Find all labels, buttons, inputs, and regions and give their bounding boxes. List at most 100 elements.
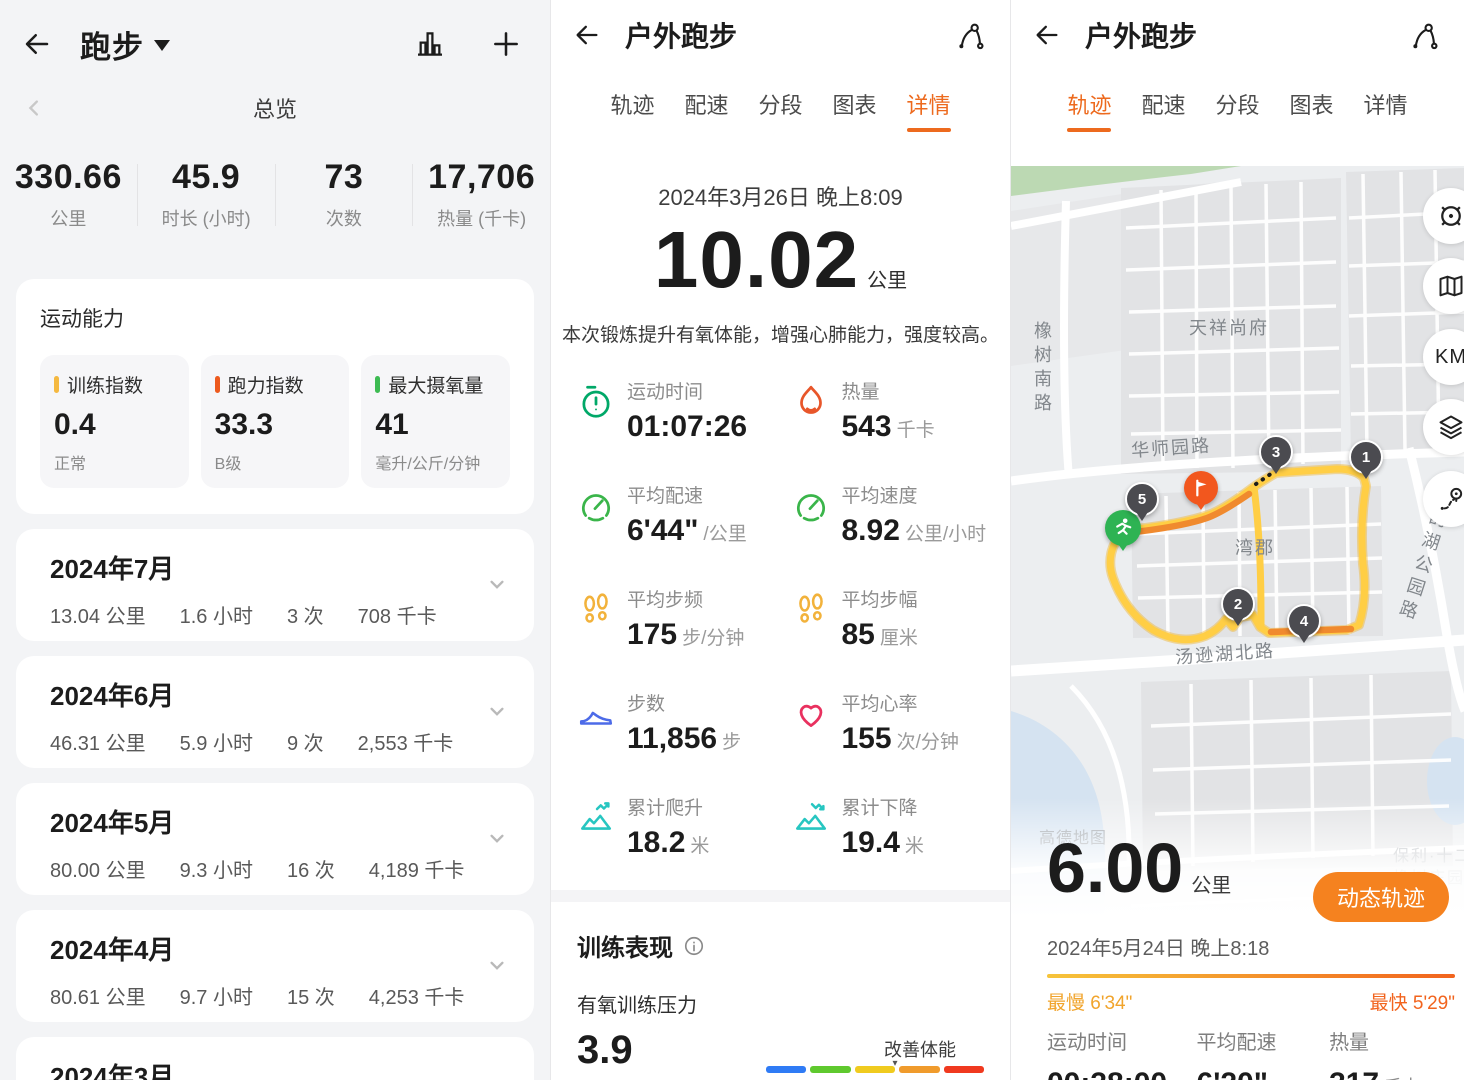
total-hours: 45.9: [138, 158, 275, 197]
total-count: 73: [276, 158, 413, 197]
tab-details[interactable]: 详情: [907, 88, 951, 132]
left-header: 跑步: [0, 0, 550, 88]
training-performance-title: 训练表现: [577, 928, 984, 963]
footsteps-icon: [792, 591, 830, 629]
result-distance: 6.00 公里: [1047, 828, 1231, 908]
chevron-left-icon[interactable]: [24, 95, 46, 121]
finish-flag-marker[interactable]: [1184, 471, 1218, 505]
running-overview-panel: 跑步 总览 330.66公里 45.9时长 (小时) 73次数 17,706热量…: [0, 0, 550, 1080]
month-card-june[interactable]: 2024年6月 46.31 公里5.9 小时9 次2,553 千卡: [16, 656, 534, 768]
month-title: 2024年5月: [50, 803, 534, 840]
km-marker-4[interactable]: 4: [1287, 604, 1321, 638]
slowest-pace: 最慢 6'34": [1047, 988, 1132, 1015]
stat-duration: 运动时间 00:38:00: [1047, 1026, 1197, 1080]
ability-card: 运动能力 训练指数 0.4 正常 跑力指数 33.3 B级 最大摄氧量 41 毫…: [16, 279, 534, 514]
total-distance: 330.66: [0, 158, 137, 197]
chevron-down-icon[interactable]: [484, 698, 510, 724]
stat-avg-pace: 平均配速 6'44"/公里: [577, 481, 792, 548]
stat-steps: 步数 11,856步: [577, 689, 792, 756]
distance-unit: 公里: [867, 264, 907, 293]
aerobic-stress-label: 有氧训练压力: [577, 989, 984, 1018]
back-arrow-icon[interactable]: [22, 29, 52, 59]
km-marker-1[interactable]: 1: [1349, 440, 1383, 474]
page-title[interactable]: 跑步: [80, 22, 144, 67]
detail-header: 户外跑步: [551, 0, 1010, 70]
month-title: 2024年7月: [50, 549, 534, 586]
plus-icon[interactable]: [490, 28, 522, 60]
share-icon[interactable]: [956, 22, 984, 50]
gauge-icon: [792, 487, 830, 525]
chevron-down-icon[interactable]: [484, 571, 510, 597]
color-bar: [54, 376, 59, 393]
run-power-card[interactable]: 跑力指数 33.3 B级: [201, 355, 350, 488]
training-index-card[interactable]: 训练指数 0.4 正常: [40, 355, 189, 488]
month-card-may[interactable]: 2024年5月 80.00 公里9.3 小时16 次4,189 千卡: [16, 783, 534, 895]
dropdown-caret-icon[interactable]: [154, 40, 170, 59]
stat-descent: 累计下降 19.4米: [792, 793, 1007, 860]
bar-chart-icon[interactable]: [414, 28, 446, 60]
workout-date: 2024年5月24日 晚上8:18: [1047, 932, 1269, 961]
map-label-estate: 天祥尚府: [1189, 314, 1269, 340]
tab-pace[interactable]: 配速: [684, 88, 728, 132]
descent-icon: [792, 799, 830, 837]
month-card-march[interactable]: 2024年3月 74.30 公里8.8 小时17 次3,921 千卡: [16, 1037, 534, 1080]
tab-track[interactable]: 轨迹: [610, 88, 654, 132]
back-arrow-icon[interactable]: [1033, 21, 1061, 49]
tab-pace[interactable]: 配速: [1141, 88, 1185, 132]
month-title: 2024年6月: [50, 676, 534, 713]
back-arrow-icon[interactable]: [573, 21, 601, 49]
result-overlay: 6.00 公里 动态轨迹 2024年5月24日 晚上8:18 最慢 6'34" …: [1011, 798, 1464, 1080]
map-label-road-mid: 华师园路: [1130, 431, 1212, 463]
stat-duration: 运动时间 01:07:26: [577, 377, 792, 444]
map-label-estate2: 湾郡: [1235, 534, 1275, 560]
stat-avg-speed: 平均速度 8.92公里/小时: [792, 481, 1007, 548]
month-title: 2024年4月: [50, 930, 534, 967]
detail-tabs: 轨迹 配速 分段 图表 详情: [551, 70, 1010, 166]
info-icon[interactable]: [683, 935, 705, 957]
fastest-pace: 最快 5'29": [1370, 988, 1455, 1015]
stats-grid: 运动时间 01:07:26 热量 543千卡 平均配速 6'44"/公里 平均速…: [551, 377, 1010, 860]
tab-details[interactable]: 详情: [1364, 88, 1408, 132]
vo2max-card[interactable]: 最大摄氧量 41 毫升/公斤/分钟: [361, 355, 510, 488]
chevron-down-icon[interactable]: [484, 952, 510, 978]
month-card-july[interactable]: 2024年7月 13.04 公里1.6 小时3 次708 千卡: [16, 529, 534, 641]
result-stats: 运动时间 00:38:00 平均配速 6'20" 热量 317千卡: [1047, 1026, 1464, 1080]
aerobic-stress-row: 3.9 改善体能 ▾: [577, 1028, 984, 1073]
dynamic-track-button[interactable]: 动态轨迹: [1313, 872, 1449, 922]
tab-splits[interactable]: 分段: [758, 88, 802, 132]
color-bar: [215, 376, 220, 393]
route-map[interactable]: 天祥尚府 橡树南路 华师园路 湾郡 韵湖公园路 汤逊湖北路 高德地图 保利·十二…: [1011, 166, 1464, 1080]
stat-cadence: 平均步频 175步/分钟: [577, 585, 792, 652]
tab-splits[interactable]: 分段: [1215, 88, 1259, 132]
workout-track-panel: 户外跑步 轨迹 配速 分段 图表 详情: [1010, 0, 1464, 1080]
share-icon[interactable]: [1410, 22, 1438, 50]
km-marker-2[interactable]: 2: [1221, 587, 1255, 621]
tab-charts[interactable]: 图表: [1290, 88, 1334, 132]
month-title: 2024年3月: [50, 1057, 534, 1080]
stat-avg-pace: 平均配速 6'20": [1197, 1026, 1330, 1080]
track-header: 户外跑步: [1011, 0, 1464, 70]
tab-track[interactable]: 轨迹: [1067, 88, 1111, 132]
ability-title: 运动能力: [40, 303, 510, 333]
workout-detail-panel: 户外跑步 轨迹 配速 分段 图表 详情 2024年3月26日 晚上8:09 10…: [550, 0, 1010, 1080]
distance-value: 6.00: [1047, 828, 1183, 908]
workout-date: 2024年3月26日 晚上8:09: [551, 180, 1010, 212]
flame-icon: [792, 383, 830, 421]
scale-pointer-icon: ▾: [892, 1058, 897, 1069]
distance-unit: 公里: [1191, 869, 1231, 898]
track-tabs: 轨迹 配速 分段 图表 详情: [1011, 70, 1464, 166]
aerobic-stress-value: 3.9: [577, 1028, 633, 1073]
map-label-road-left: 橡树南路: [1029, 321, 1055, 417]
shoe-icon: [577, 695, 615, 733]
stat-heart-rate: 平均心率 155次/分钟: [792, 689, 1007, 756]
month-card-april[interactable]: 2024年4月 80.61 公里9.7 小时15 次4,253 千卡: [16, 910, 534, 1022]
tab-charts[interactable]: 图表: [833, 88, 877, 132]
overview-row: 总览: [0, 88, 550, 128]
workout-summary-text: 本次锻炼提升有氧体能，增强心肺能力，强度较高。: [551, 320, 1010, 347]
km-marker-3[interactable]: 3: [1259, 435, 1293, 469]
distance-display: 10.02 公里: [551, 214, 1010, 306]
stat-ascent: 累计爬升 18.2米: [577, 793, 792, 860]
km-marker-5[interactable]: 5: [1125, 482, 1159, 516]
chevron-down-icon[interactable]: [484, 825, 510, 851]
stat-stride: 平均步幅 85厘米: [792, 585, 1007, 652]
